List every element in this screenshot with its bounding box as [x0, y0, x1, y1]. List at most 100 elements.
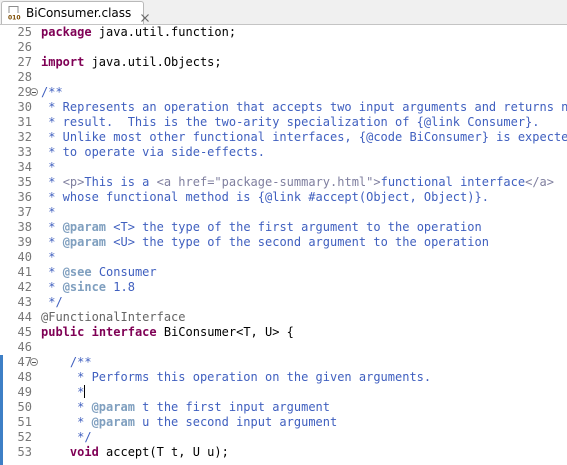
token: interface — [91, 325, 157, 339]
class-file-icon: 010 — [8, 6, 22, 20]
code-line[interactable]: 27 import java.util.Objects; — [0, 55, 567, 70]
code-line[interactable]: 53 void accept(T t, U u); — [0, 445, 567, 460]
token: * — [41, 205, 56, 219]
token: u the second input argument — [134, 415, 338, 429]
code-text: * — [41, 250, 55, 265]
token: * Unlike most other functional interface… — [41, 130, 567, 144]
code-text: * — [41, 385, 86, 400]
line-number: 28 — [17, 70, 32, 84]
code-line[interactable]: 33 * to operate via side-effects. — [0, 145, 567, 160]
token: * — [41, 265, 63, 279]
code-line[interactable]: 51 * @param u the second input argument — [0, 415, 567, 430]
code-line[interactable]: 31 * result. This is the two-arity speci… — [0, 115, 567, 130]
token: * to operate via side-effects. — [41, 145, 265, 159]
code-editor[interactable]: 010 BiConsumer.class 25 package java.util… — [0, 0, 567, 465]
code-text: * to operate via side-effects. — [41, 145, 265, 160]
line-number: 44 — [17, 310, 32, 324]
token: @param — [62, 235, 107, 249]
code-line[interactable]: 44 @FunctionalInterface — [0, 310, 567, 325]
token: * — [41, 220, 63, 234]
editor-tab[interactable]: 010 BiConsumer.class — [1, 1, 150, 24]
token: </a> — [525, 175, 554, 189]
code-text: * <p>This is a <a href="package-summary.… — [41, 175, 554, 190]
token: BiConsumer<T, U> { — [156, 325, 294, 339]
token: @param — [91, 415, 135, 429]
token: * Performs this operation on the given a… — [41, 370, 432, 384]
token: 1.8 — [106, 280, 135, 294]
code-line[interactable]: 25 package java.util.function; — [0, 25, 567, 40]
code-text: * @param <U> the type of the second argu… — [41, 235, 489, 250]
token: <T> the type of the first argument to th… — [106, 220, 482, 234]
editor-tab-bar: 010 BiConsumer.class — [0, 0, 567, 25]
token: * — [41, 250, 56, 264]
code-line[interactable]: 46 — [0, 340, 567, 355]
line-number: 37 — [17, 205, 32, 219]
line-number: 32 — [17, 130, 32, 144]
code-line[interactable]: 52 */ — [0, 430, 567, 445]
code-line[interactable]: 26 — [0, 40, 567, 55]
code-line[interactable]: 43 */ — [0, 295, 567, 310]
code-text: * @param u the second input argument — [41, 415, 337, 430]
line-number: 46 — [17, 340, 32, 354]
code-line[interactable]: 34 * — [0, 160, 567, 175]
token: * whose functional method is {@link #acc… — [41, 190, 489, 204]
token: <a href="package-summary.html"> — [156, 175, 381, 189]
code-line[interactable]: 47 /** — [0, 355, 567, 370]
code-text: * Represents an operation that accepts t… — [41, 100, 567, 115]
token: * — [41, 160, 56, 174]
line-number: 53 — [17, 445, 32, 459]
line-number: 34 — [17, 160, 32, 174]
token: accept(T t, U u); — [98, 445, 229, 459]
code-line[interactable]: 36 * whose functional method is {@link #… — [0, 190, 567, 205]
code-line[interactable]: 35 * <p>This is a <a href="package-summa… — [0, 175, 567, 190]
code-line[interactable]: 38 * @param <T> the type of the first ar… — [0, 220, 567, 235]
code-text: */ — [41, 295, 63, 310]
token: */ — [41, 295, 63, 309]
line-number: 35 — [17, 175, 32, 189]
line-number: 43 — [17, 295, 32, 309]
line-number: 51 — [17, 415, 32, 429]
token: t the first input argument — [134, 400, 331, 414]
code-line[interactable]: 50 * @param t the first input argument — [0, 400, 567, 415]
token: This is a — [84, 175, 157, 189]
line-number: 25 — [17, 25, 32, 39]
code-line[interactable]: 49 * — [0, 385, 567, 400]
token: public — [41, 325, 85, 339]
token: <p> — [62, 175, 85, 189]
code-text: * @since 1.8 — [41, 280, 135, 295]
token: @see — [62, 265, 92, 279]
code-text: * Unlike most other functional interface… — [41, 130, 567, 145]
svg-text:010: 010 — [8, 15, 21, 21]
line-number: 26 — [17, 40, 32, 54]
code-text: public interface BiConsumer<T, U> { — [41, 325, 294, 340]
code-area[interactable]: 25 package java.util.function; 26 27 import … — [0, 25, 567, 460]
token: @FunctionalInterface — [41, 310, 186, 324]
fold-toggle-icon[interactable] — [30, 358, 38, 366]
fold-toggle-icon[interactable] — [30, 88, 38, 96]
code-text: import java.util.Objects; — [41, 55, 222, 70]
token: @param — [62, 220, 107, 234]
code-line[interactable]: 30 * Represents an operation that accept… — [0, 100, 567, 115]
code-text: * — [41, 160, 55, 175]
token: java.util.function; — [91, 25, 237, 39]
code-line[interactable]: 29 /** — [0, 85, 567, 100]
code-line[interactable]: 32 * Unlike most other functional interf… — [0, 130, 567, 145]
code-line[interactable]: 39 * @param <U> the type of the second a… — [0, 235, 567, 250]
code-line[interactable]: 41 * @see Consumer — [0, 265, 567, 280]
close-icon[interactable] — [140, 8, 150, 22]
code-line[interactable]: 37 * — [0, 205, 567, 220]
code-line[interactable]: 42 * @since 1.8 — [0, 280, 567, 295]
token: * — [41, 385, 85, 399]
line-number: 49 — [17, 385, 32, 399]
line-number: 29 — [17, 85, 32, 99]
line-number: 27 — [17, 55, 32, 69]
line-number: 48 — [17, 370, 32, 384]
code-line[interactable]: 48 * Performs this operation on the give… — [0, 370, 567, 385]
code-line[interactable]: 28 — [0, 70, 567, 85]
code-line[interactable]: 45 public interface BiConsumer<T, U> { — [0, 325, 567, 340]
code-line[interactable]: 40 * — [0, 250, 567, 265]
token: functional interface — [380, 175, 526, 189]
token: java.util.Objects; — [84, 55, 222, 69]
